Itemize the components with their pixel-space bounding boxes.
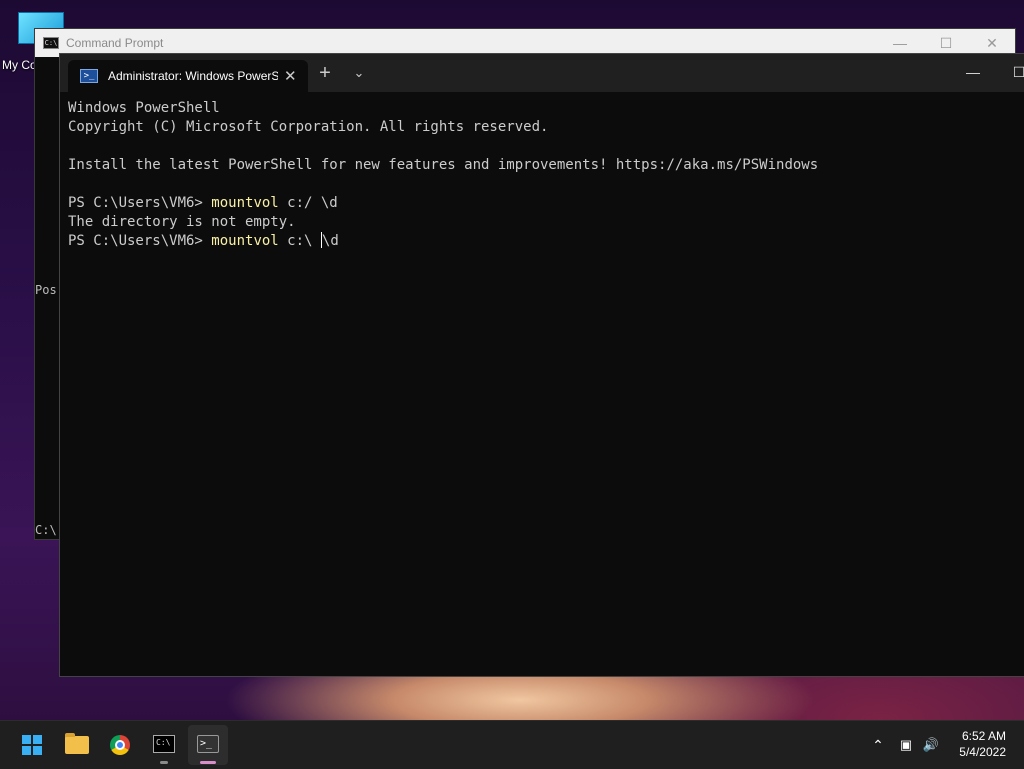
tab-powershell[interactable]: >_ Administrator: Windows PowerShell ✕	[68, 60, 308, 92]
command-name: mountvol	[211, 195, 279, 211]
cmd-window-title: Command Prompt	[66, 36, 164, 50]
tab-label: Administrator: Windows PowerShell	[108, 69, 278, 83]
chrome-button[interactable]	[100, 725, 140, 765]
command-args: c:/ \d	[278, 195, 338, 211]
terminal-console[interactable]: Windows PowerShell Copyright (C) Microsof…	[68, 99, 1022, 251]
command-name: mountvol	[211, 233, 279, 249]
terminal-taskbar-button[interactable]: >_	[188, 725, 228, 765]
console-line: PS C:\Users\VM6> mountvol c:/ \d	[68, 194, 1022, 213]
active-indicator	[200, 761, 216, 764]
command-prompt-taskbar-button[interactable]: C:\	[144, 725, 184, 765]
running-indicator	[160, 761, 168, 764]
prompt: PS C:\Users\VM6>	[68, 195, 212, 211]
cmd-icon: C:\	[153, 735, 175, 753]
new-tab-button[interactable]: +	[314, 62, 336, 84]
powershell-icon: >_	[80, 69, 98, 83]
folder-icon	[65, 733, 89, 754]
tab-close-icon[interactable]: ✕	[284, 67, 297, 85]
console-line: Copyright (C) Microsoft Corporation. All…	[68, 119, 549, 135]
tray-overflow-chevron-icon[interactable]: ⌃	[866, 721, 890, 769]
command-args: c:\	[278, 233, 321, 249]
console-input-line[interactable]: PS C:\Users\VM6> mountvol c:\ \d	[68, 232, 1022, 251]
cmd-app-icon: C:\	[43, 37, 59, 49]
network-icon[interactable]: ▣	[894, 721, 918, 769]
cmd-partial-prompt: C:\	[35, 523, 57, 537]
console-line: The directory is not empty.	[68, 214, 296, 230]
cmd-partial-text: Pos	[35, 283, 57, 297]
windows-terminal-window[interactable]: >_ Administrator: Windows PowerShell ✕ +…	[59, 53, 1024, 677]
terminal-icon: >_	[197, 735, 219, 753]
file-explorer-button[interactable]	[56, 725, 96, 765]
taskbar: C:\ >_ ⌃ ▣ 🔊 6:52 AM 5/4/2022	[0, 720, 1024, 769]
clock-time: 6:52 AM	[961, 729, 1006, 743]
terminal-maximize-button[interactable]: ☐	[996, 54, 1024, 90]
terminal-tab-bar[interactable]: >_ Administrator: Windows PowerShell ✕ +…	[60, 54, 1024, 92]
chrome-icon	[110, 735, 130, 755]
console-line: Install the latest PowerShell for new fe…	[68, 157, 819, 173]
start-button[interactable]	[12, 725, 52, 765]
terminal-minimize-button[interactable]: —	[950, 54, 996, 90]
chevron-down-icon[interactable]: ⌄	[348, 62, 370, 84]
clock[interactable]: 6:52 AM 5/4/2022	[959, 728, 1006, 760]
command-args: \d	[321, 233, 339, 249]
volume-icon[interactable]: 🔊	[918, 721, 944, 769]
prompt: PS C:\Users\VM6>	[68, 233, 212, 249]
desktop-icon-label: My Co	[2, 58, 37, 72]
console-line: Windows PowerShell	[68, 100, 220, 116]
windows-logo-icon	[22, 735, 42, 755]
clock-date: 5/4/2022	[959, 745, 1006, 759]
